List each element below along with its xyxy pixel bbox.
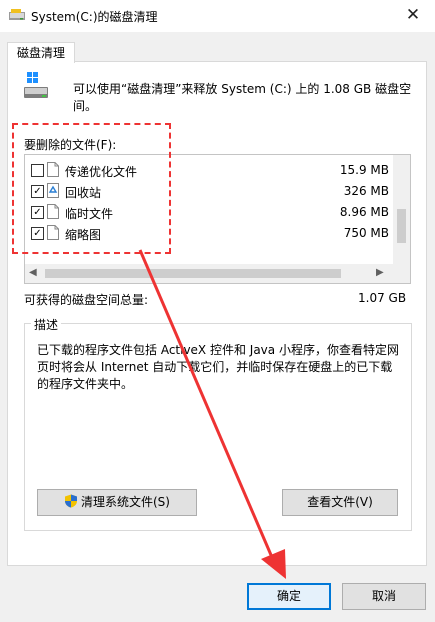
vertical-scroll-thumb[interactable] xyxy=(397,209,406,243)
total-space-label: 可获得的磁盘空间总量: xyxy=(24,293,149,307)
disk-cleanup-app-icon xyxy=(9,9,25,20)
window-title: System(C:)的磁盘清理 xyxy=(31,10,158,24)
ok-button[interactable]: 确定 xyxy=(247,583,331,610)
file-size: 750 MB xyxy=(343,226,389,240)
tab-disk-cleanup[interactable]: 磁盘清理 xyxy=(7,42,75,63)
vertical-scrollbar[interactable] xyxy=(393,155,410,264)
clean-system-files-label: 清理系统文件(S) xyxy=(81,495,170,509)
total-space-value: 1.07 GB xyxy=(358,291,407,305)
horizontal-scroll-thumb[interactable] xyxy=(45,269,341,278)
clean-system-files-button[interactable]: 清理系统文件(S) xyxy=(37,489,197,516)
annotation-dashed-box xyxy=(12,123,171,254)
view-files-button[interactable]: 查看文件(V) xyxy=(282,489,398,516)
horizontal-scrollbar[interactable]: ◀ ▶ xyxy=(25,264,410,283)
uac-shield-icon xyxy=(65,494,77,508)
file-size: 326 MB xyxy=(343,184,389,198)
scroll-right-icon[interactable]: ▶ xyxy=(376,267,384,278)
drive-icon xyxy=(24,72,48,98)
file-size: 15.9 MB xyxy=(339,163,389,177)
cancel-button[interactable]: 取消 xyxy=(342,583,426,610)
close-icon[interactable]: ✕ xyxy=(400,3,426,27)
description-text: 已下载的程序文件包括 ActiveX 控件和 Java 小程序，你查看特定网页时… xyxy=(37,343,399,391)
scroll-left-icon[interactable]: ◀ xyxy=(29,267,37,278)
file-size: 8.96 MB xyxy=(339,205,389,219)
intro-text: 可以使用“磁盘清理”来释放 System (C:) 上的 1.08 GB 磁盘空… xyxy=(73,82,412,113)
description-title: 描述 xyxy=(31,316,62,333)
